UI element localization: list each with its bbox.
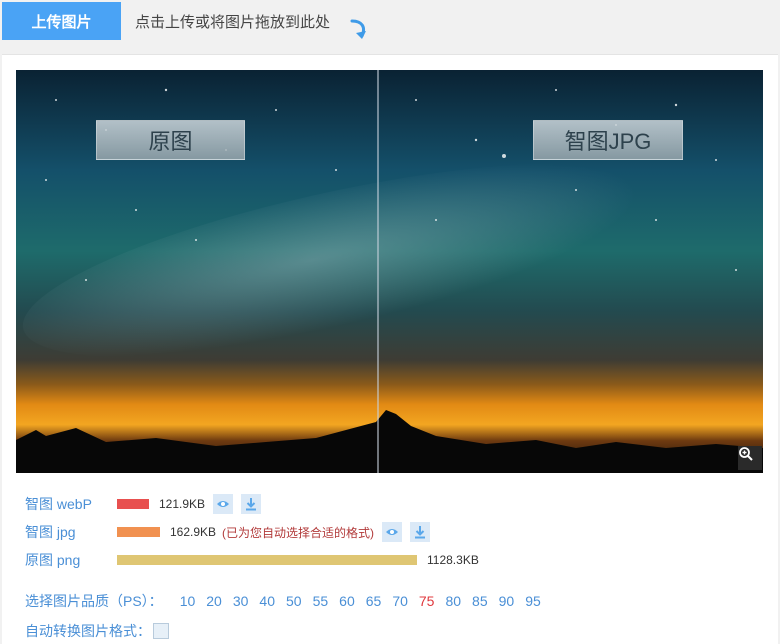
quality-option-95[interactable]: 95 [525,593,541,609]
quality-option-70[interactable]: 70 [392,593,408,609]
download-icon[interactable] [241,494,262,514]
quality-selector: 选择图片品质（PS）： 10 20 30 40 50 55 60 65 70 75 80 85 90 95 [25,591,541,611]
quality-option-90[interactable]: 90 [499,593,515,609]
file-size: 162.9KB [170,525,217,539]
quality-option-10[interactable]: 10 [180,593,196,609]
upload-hint: 点击上传或将图片拖放到此处 [135,14,331,31]
quality-option-75[interactable]: 75 [419,593,435,609]
quality-label: 选择图片品质（PS）： [25,593,163,609]
eye-icon[interactable] [382,522,403,542]
quality-option-50[interactable]: 50 [286,593,302,609]
top-bar: 上传图片 点击上传或将图片拖放到此处 [0,0,780,44]
result-panel: 原图 智图JPG 智图 webP 121.9KB 智图 jpg 162.9KB … [2,54,778,644]
quality-option-40[interactable]: 40 [259,593,275,609]
compressed-tag: 智图JPG [533,120,683,160]
format-row-png: 原图 png 1128.3KB [25,549,479,571]
auto-convert-checkbox[interactable] [153,623,169,639]
file-size: 121.9KB [159,497,206,511]
image-compare-viewer[interactable]: 原图 智图JPG [16,70,763,473]
auto-convert-label: 自动转换图片格式： [25,623,151,639]
zoom-in-icon[interactable] [738,446,762,470]
curved-arrow-icon [350,19,366,39]
compare-divider[interactable] [377,70,379,473]
format-label: 智图 jpg [25,524,76,540]
quality-option-85[interactable]: 85 [472,593,488,609]
upload-button[interactable]: 上传图片 [2,2,121,40]
original-tag: 原图 [96,120,245,160]
auto-select-note: (已为您自动选择合适的格式) [222,525,375,540]
download-icon[interactable] [410,522,431,542]
quality-option-20[interactable]: 20 [206,593,222,609]
format-row-webp: 智图 webP 121.9KB [25,493,262,515]
quality-options: 10 20 30 40 50 55 60 65 70 75 80 85 90 95 [169,593,541,609]
quality-option-55[interactable]: 55 [313,593,329,609]
format-label: 智图 webP [25,496,92,512]
size-bar [117,555,417,565]
eye-icon[interactable] [213,494,234,514]
format-label: 原图 png [25,552,81,568]
quality-option-30[interactable]: 30 [233,593,249,609]
size-bar [117,527,160,537]
auto-convert: 自动转换图片格式： [25,621,169,641]
size-bar [117,499,149,509]
quality-option-80[interactable]: 80 [445,593,461,609]
quality-option-60[interactable]: 60 [339,593,355,609]
format-row-jpg: 智图 jpg 162.9KB (已为您自动选择合适的格式) [25,521,431,543]
file-size: 1128.3KB [427,553,479,567]
quality-option-65[interactable]: 65 [366,593,382,609]
